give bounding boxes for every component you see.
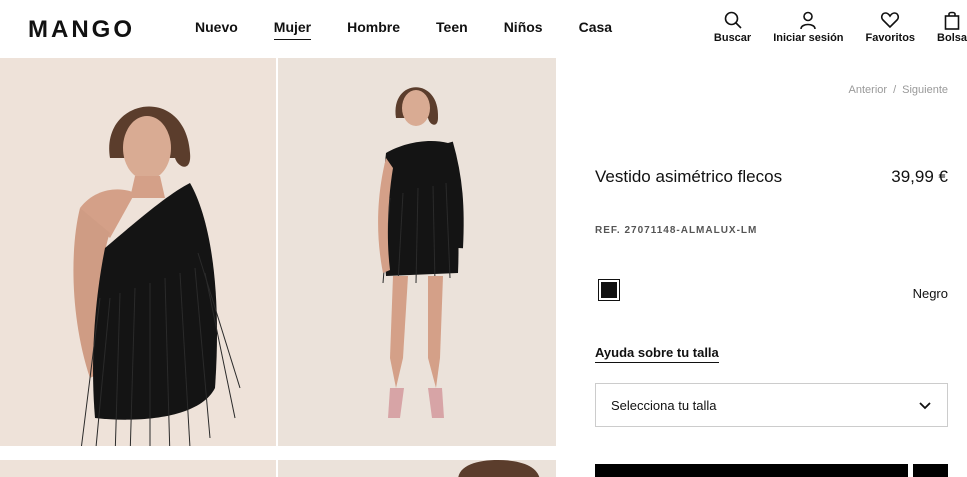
- prev-link[interactable]: Anterior: [849, 84, 888, 96]
- nav-casa[interactable]: Casa: [579, 19, 612, 35]
- favorites-label: Favoritos: [865, 32, 916, 44]
- next-link[interactable]: Siguiente: [902, 84, 948, 96]
- bag-button[interactable]: Bolsa: [937, 10, 967, 44]
- product-photo-4[interactable]: [278, 460, 556, 477]
- size-help-link[interactable]: Ayuda sobre tu talla: [595, 345, 719, 363]
- bag-label: Bolsa: [937, 32, 967, 44]
- product-ref: REF. 27071148-ALMALUX-LM: [595, 225, 758, 236]
- search-label: Buscar: [713, 32, 752, 44]
- product-photo-3[interactable]: [0, 460, 276, 477]
- product-title: Vestido asimétrico flecos: [595, 167, 783, 186]
- product-gallery: [0, 58, 556, 477]
- main-nav: Nuevo Mujer Hombre Teen Niños Casa: [195, 19, 648, 40]
- model-fullbody-image: [278, 58, 556, 446]
- color-name: Negro: [912, 286, 948, 301]
- pager-separator: /: [893, 84, 897, 96]
- size-select[interactable]: Selecciona tu talla: [595, 383, 948, 427]
- product-photo-closeup[interactable]: [0, 58, 276, 446]
- nav-hombre[interactable]: Hombre: [347, 19, 400, 35]
- search-icon: [724, 11, 742, 29]
- nav-mujer[interactable]: Mujer: [273, 19, 312, 40]
- color-swatch-negro[interactable]: [598, 279, 620, 301]
- product-details: Anterior / Siguiente Vestido asimétrico fl…: [595, 58, 948, 477]
- size-select-placeholder: Selecciona tu talla: [611, 397, 717, 413]
- mango-logo[interactable]: MANGO: [28, 16, 135, 44]
- nav-nuevo[interactable]: Nuevo: [195, 19, 238, 35]
- heart-icon: [881, 12, 900, 29]
- add-to-bag-button[interactable]: [595, 464, 908, 477]
- site-header: MANGO Nuevo Mujer Hombre Teen Niños Casa…: [0, 0, 967, 58]
- bag-icon: [944, 11, 960, 30]
- model-hair-image: [278, 460, 556, 477]
- add-to-favorites-button[interactable]: [913, 464, 948, 477]
- product-price: 39,99 €: [891, 167, 948, 186]
- nav-ninos[interactable]: Niños: [504, 19, 543, 35]
- chevron-down-icon: [919, 402, 931, 410]
- header-actions: Buscar Iniciar sesión Favoritos Bolsa: [692, 10, 967, 44]
- swatch-fill: [601, 282, 617, 298]
- favorites-button[interactable]: Favoritos: [865, 10, 916, 44]
- model-closeup-image: [0, 58, 276, 446]
- search-button[interactable]: Buscar: [714, 10, 751, 44]
- login-label: Iniciar sesión: [773, 32, 844, 44]
- user-icon: [800, 11, 817, 30]
- nav-teen[interactable]: Teen: [436, 19, 468, 35]
- product-photo-fullbody[interactable]: [278, 58, 556, 446]
- product-pager: Anterior / Siguiente: [849, 84, 948, 96]
- login-button[interactable]: Iniciar sesión: [773, 10, 844, 44]
